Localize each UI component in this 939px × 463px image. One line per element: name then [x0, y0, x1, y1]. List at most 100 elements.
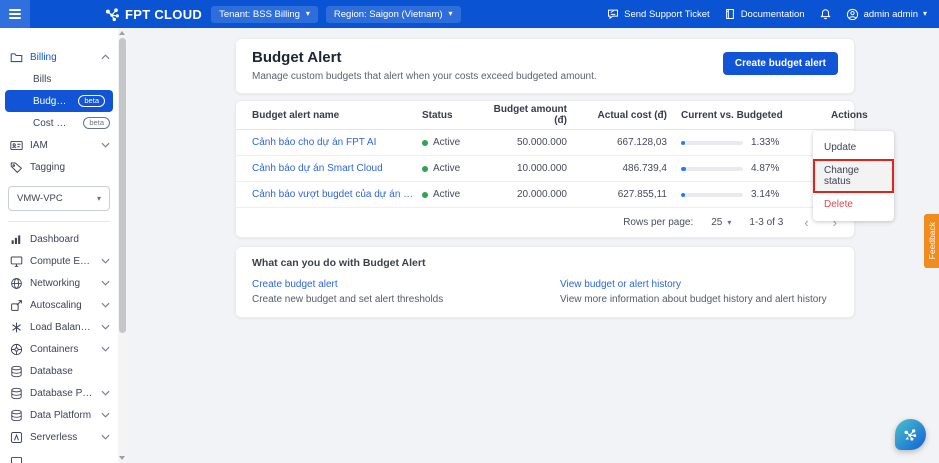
sidebar-item-bills[interactable]: Bills	[0, 68, 118, 90]
beta-badge: beta	[83, 117, 110, 129]
sidebar-item-load-balancer[interactable]: Load Balancer	[0, 316, 118, 338]
table-row: Cảnh báo cho dự án FPT AI Active 50.000.…	[236, 130, 854, 156]
budget-alert-table: Budget alert name Status Budget amount (…	[235, 100, 855, 238]
bell-icon	[819, 8, 832, 21]
sidebar-item-partial[interactable]	[0, 450, 118, 463]
sidebar: Billing Bills Budget Alert beta Cost Exp…	[0, 28, 118, 463]
budget-amount-value: 50.000.000	[486, 137, 581, 148]
previous-page-button[interactable]: ‹	[801, 215, 811, 230]
caret-down-icon: ▾	[923, 10, 927, 18]
tenant-selector[interactable]: Tenant: BSS Billing ▾	[211, 6, 318, 23]
sidebar-item-database[interactable]: Database	[0, 360, 118, 382]
brand-logo[interactable]: FPT CLOUD	[104, 6, 202, 23]
sidebar-item-billing[interactable]: Billing	[0, 46, 118, 68]
budget-amount-value: 20.000.000	[486, 189, 581, 200]
scroll-down-icon[interactable]	[119, 456, 125, 460]
user-name: admin admin	[864, 9, 918, 20]
service-icon	[10, 455, 23, 463]
sidebar-item-compute-engine[interactable]: Compute Engine	[0, 250, 118, 272]
status-label: Active	[433, 137, 460, 148]
sidebar-item-data-platform[interactable]: Data Platform	[0, 404, 118, 426]
rows-per-page-select[interactable]: 25 ▾	[711, 217, 731, 228]
data-platform-icon	[10, 409, 23, 422]
progress-label: 4.87%	[751, 163, 779, 174]
autoscaling-icon	[10, 299, 23, 312]
chat-assistant-button[interactable]	[895, 419, 926, 450]
scroll-up-icon[interactable]	[119, 31, 125, 35]
col-status: Status	[422, 110, 486, 121]
documentation-icon	[724, 8, 736, 20]
main-content: Budget Alert Manage custom budgets that …	[127, 28, 939, 463]
iam-icon	[10, 139, 23, 152]
sidebar-scrollbar[interactable]	[118, 28, 127, 463]
sidebar-item-label: IAM	[30, 140, 48, 151]
sidebar-item-tagging[interactable]: Tagging	[0, 156, 118, 178]
budget-alert-name-link[interactable]: Cảnh báo cho dự án FPT AI	[252, 137, 422, 148]
database-icon	[10, 365, 23, 378]
create-budget-alert-link[interactable]: Create budget alert	[252, 279, 530, 290]
fpt-molecule-icon	[104, 6, 121, 23]
rows-per-page-value: 25	[711, 217, 722, 228]
sidebar-item-networking[interactable]: Networking	[0, 272, 118, 294]
menu-item-update[interactable]: Update	[813, 136, 894, 159]
send-support-ticket-button[interactable]: Send Support Ticket	[607, 8, 710, 20]
sidebar-item-label: Bills	[33, 74, 51, 85]
feedback-label: Feedback	[927, 222, 937, 259]
page-header-card: Budget Alert Manage custom budgets that …	[235, 38, 855, 94]
budget-alert-name-link[interactable]: Cảnh báo vượt bugdet của dự án FCI	[252, 189, 422, 200]
col-actual-cost: Actual cost (đ)	[581, 110, 681, 121]
col-budget-amount: Budget amount (đ)	[486, 104, 581, 126]
tenant-label: Tenant: BSS Billing	[219, 9, 300, 20]
sidebar-item-database-platform[interactable]: Database Platform	[0, 382, 118, 404]
feedback-tab[interactable]: Feedback	[924, 214, 939, 268]
scrollbar-thumb[interactable]	[119, 38, 126, 333]
sidebar-item-iam[interactable]: IAM	[0, 134, 118, 156]
sidebar-item-label: Compute Engine	[30, 256, 94, 267]
user-menu[interactable]: admin admin ▾	[846, 8, 927, 21]
region-label: Region: Saigon (Vietnam)	[334, 9, 443, 20]
caret-down-icon: ▾	[449, 10, 453, 18]
sidebar-item-cost-explorer[interactable]: Cost Explorer beta	[0, 112, 118, 134]
info-panel: What can you do with Budget Alert Create…	[235, 246, 855, 318]
chevron-up-icon	[101, 54, 110, 60]
avatar-icon	[846, 8, 859, 21]
caret-down-icon: ▾	[97, 195, 101, 203]
menu-item-change-status[interactable]: Change status	[813, 159, 894, 193]
actual-cost-value: 667.128,03	[581, 137, 681, 148]
sidebar-item-label: Budget Alert	[33, 96, 67, 107]
chevron-down-icon	[101, 434, 110, 440]
billing-icon	[10, 51, 23, 64]
sidebar-item-label: Autoscaling	[30, 300, 82, 311]
menu-item-delete[interactable]: Delete	[813, 193, 894, 216]
view-history-link[interactable]: View budget or alert history	[560, 279, 838, 290]
status-dot	[422, 192, 428, 198]
menu-toggle-button[interactable]	[0, 0, 30, 28]
sidebar-item-dashboard[interactable]: Dashboard	[0, 228, 118, 250]
table-header-row: Budget alert name Status Budget amount (…	[236, 101, 854, 130]
database-platform-icon	[10, 387, 23, 400]
vpc-selector[interactable]: VMW-VPC ▾	[8, 186, 110, 211]
sidebar-item-label: Networking	[30, 278, 80, 289]
sidebar-item-label: Dashboard	[30, 234, 79, 245]
budget-amount-value: 10.000.000	[486, 163, 581, 174]
support-ticket-icon	[607, 8, 619, 20]
sidebar-item-label: Database Platform	[30, 388, 94, 399]
table-row: Cảnh báo vượt bugdet của dự án FCI Activ…	[236, 182, 854, 208]
notifications-button[interactable]	[819, 8, 832, 21]
create-budget-alert-button[interactable]: Create budget alert	[723, 52, 838, 75]
progress-bar	[681, 167, 743, 171]
col-current-vs-budgeted: Current vs. Budgeted	[681, 110, 831, 121]
documentation-label: Documentation	[741, 9, 805, 20]
sidebar-item-budget-alert[interactable]: Budget Alert beta	[5, 90, 113, 112]
chevron-down-icon	[101, 280, 110, 286]
sidebar-item-serverless[interactable]: Serverless	[0, 426, 118, 448]
region-selector[interactable]: Region: Saigon (Vietnam) ▾	[326, 6, 461, 23]
sidebar-item-autoscaling[interactable]: Autoscaling	[0, 294, 118, 316]
progress-bar	[681, 141, 743, 145]
sidebar-item-label: Billing	[30, 52, 57, 63]
sidebar-item-containers[interactable]: Containers	[0, 338, 118, 360]
tag-icon	[10, 161, 23, 174]
progress-label: 1.33%	[751, 137, 779, 148]
documentation-button[interactable]: Documentation	[724, 8, 805, 20]
budget-alert-name-link[interactable]: Cảnh báo dự án Smart Cloud	[252, 163, 422, 174]
